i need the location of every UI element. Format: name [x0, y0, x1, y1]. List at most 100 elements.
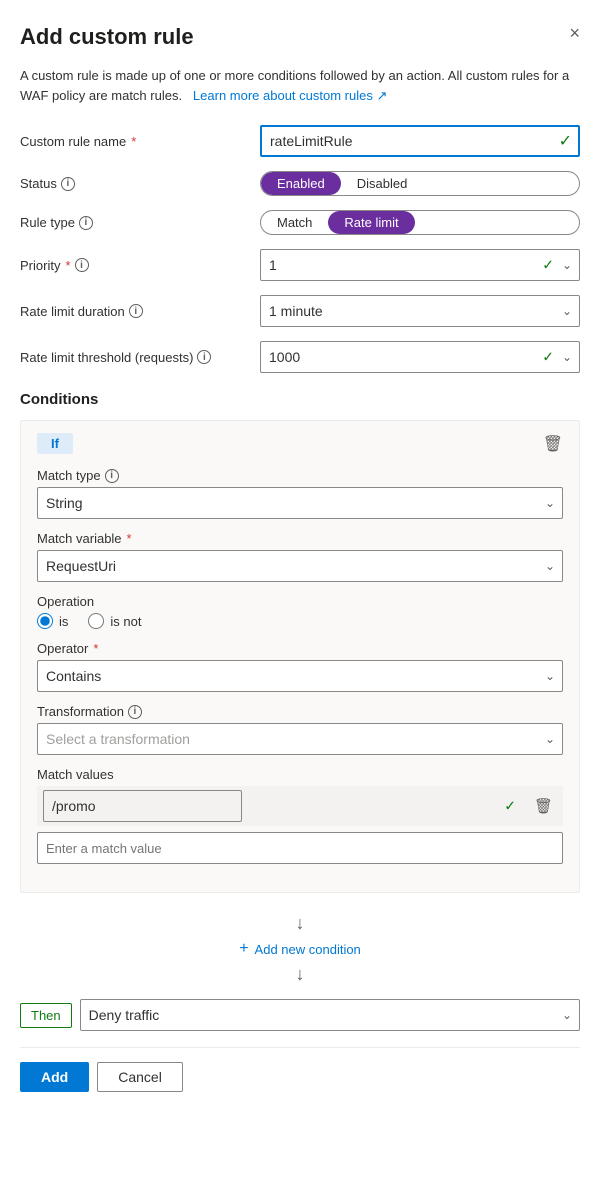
status-enabled-button[interactable]: Enabled — [261, 172, 341, 195]
match-variable-select[interactable]: RequestUri — [37, 550, 563, 582]
transformation-select[interactable]: Select a transformation — [37, 723, 563, 755]
match-type-label: Match type i — [37, 468, 563, 483]
rate-limit-threshold-select-wrapper: 1000 ✓ ⌄ — [260, 341, 580, 373]
description: A custom rule is made up of one or more … — [20, 66, 580, 105]
custom-rule-name-input[interactable] — [260, 125, 580, 157]
status-toggle-group: Enabled Disabled — [260, 171, 580, 196]
operation-is-radio[interactable] — [37, 613, 53, 629]
operator-field: Operator * Contains ⌄ — [37, 641, 563, 692]
status-row: Status i Enabled Disabled — [20, 171, 580, 196]
priority-control: 1 ✓ ⌄ — [260, 249, 580, 281]
status-label: Status i — [20, 176, 260, 191]
rate-limit-threshold-label: Rate limit threshold (requests) i — [20, 350, 260, 365]
operator-required: * — [93, 641, 98, 656]
operator-select-wrapper: Contains ⌄ — [37, 660, 563, 692]
check-icon: ✓ — [559, 131, 572, 151]
transformation-label: Transformation i — [37, 704, 563, 719]
operation-isnot-label[interactable]: is not — [88, 613, 141, 629]
match-value-enter-row — [37, 832, 563, 864]
add-custom-rule-panel: Add custom rule × A custom rule is made … — [0, 0, 600, 1112]
cancel-button[interactable]: Cancel — [97, 1062, 183, 1092]
operation-field: Operation is is not — [37, 594, 563, 629]
operation-radio-group: is is not — [37, 613, 563, 629]
add-condition-section: ↓ + Add new condition ↓ — [20, 905, 580, 991]
rate-limit-duration-label: Rate limit duration i — [20, 304, 260, 319]
close-button[interactable]: × — [569, 24, 580, 42]
rule-type-label: Rule type i — [20, 215, 260, 230]
then-badge: Then — [20, 1003, 72, 1028]
transformation-select-wrapper: Select a transformation ⌄ — [37, 723, 563, 755]
rate-limit-duration-row: Rate limit duration i 1 minute ⌄ — [20, 295, 580, 327]
transformation-field: Transformation i Select a transformation… — [37, 704, 563, 755]
condition-block: If 🗑 Match type i String ⌄ Match variabl… — [20, 420, 580, 893]
status-control: Enabled Disabled — [260, 171, 580, 196]
enter-match-value-input[interactable] — [37, 832, 563, 864]
match-variable-label: Match variable * — [37, 531, 563, 546]
transformation-info-icon: i — [128, 705, 142, 719]
match-type-field: Match type i String ⌄ — [37, 468, 563, 519]
rate-limit-threshold-control: 1000 ✓ ⌄ — [260, 341, 580, 373]
custom-rule-name-label: Custom rule name * — [20, 134, 260, 149]
add-condition-button[interactable]: + Add new condition — [231, 936, 369, 962]
external-link-icon: ↗ — [376, 88, 387, 103]
match-value-delete-button[interactable]: 🗑 — [530, 793, 557, 819]
delete-condition-button[interactable]: 🗑 — [543, 434, 563, 454]
operation-isnot-radio[interactable] — [88, 613, 104, 629]
match-value-1-input[interactable] — [43, 790, 242, 822]
rate-limit-duration-info-icon: i — [129, 304, 143, 318]
operation-is-label[interactable]: is — [37, 613, 68, 629]
footer-actions: Add Cancel — [20, 1062, 580, 1092]
match-type-info-icon: i — [105, 469, 119, 483]
priority-required-indicator: * — [65, 258, 70, 273]
add-button[interactable]: Add — [20, 1062, 89, 1092]
rule-type-info-icon: i — [79, 216, 93, 230]
panel-title: Add custom rule — [20, 24, 580, 50]
arrow-down-2-icon: ↓ — [296, 964, 305, 985]
rule-type-ratelimit-button[interactable]: Rate limit — [328, 211, 414, 234]
priority-info-icon: i — [75, 258, 89, 272]
status-disabled-button[interactable]: Disabled — [341, 172, 424, 195]
match-values-label: Match values — [37, 767, 563, 782]
priority-select[interactable]: 1 — [260, 249, 580, 281]
priority-select-wrapper: 1 ✓ ⌄ — [260, 249, 580, 281]
status-info-icon: i — [61, 177, 75, 191]
operation-label: Operation — [37, 594, 563, 609]
custom-rule-name-wrapper: ✓ — [260, 125, 580, 157]
match-variable-select-wrapper: RequestUri ⌄ — [37, 550, 563, 582]
conditions-section-title: Conditions — [20, 391, 580, 408]
rule-type-control: Match Rate limit — [260, 210, 580, 235]
footer-divider — [20, 1047, 580, 1048]
match-type-select-wrapper: String ⌄ — [37, 487, 563, 519]
if-badge: If — [37, 433, 73, 454]
rate-limit-threshold-info-icon: i — [197, 350, 211, 364]
match-variable-required: * — [127, 531, 132, 546]
priority-row: Priority * i 1 ✓ ⌄ — [20, 249, 580, 281]
custom-rule-name-control: ✓ — [260, 125, 580, 157]
condition-header: If 🗑 — [37, 433, 563, 454]
rate-limit-threshold-row: Rate limit threshold (requests) i 1000 ✓… — [20, 341, 580, 373]
rate-limit-duration-control: 1 minute ⌄ — [260, 295, 580, 327]
rule-type-toggle-group: Match Rate limit — [260, 210, 580, 235]
plus-icon: + — [239, 940, 248, 958]
rule-type-match-button[interactable]: Match — [261, 211, 328, 234]
match-values-field: Match values ✓ 🗑 — [37, 767, 563, 864]
learn-more-link[interactable]: Learn more about custom rules ↗ — [189, 88, 387, 103]
then-action-select[interactable]: Deny traffic — [80, 999, 580, 1031]
priority-label: Priority * i — [20, 258, 260, 273]
match-value-1-wrapper: ✓ — [43, 790, 524, 822]
match-type-select[interactable]: String — [37, 487, 563, 519]
then-row: Then Deny traffic ⌄ — [20, 999, 580, 1031]
custom-rule-name-row: Custom rule name * ✓ — [20, 125, 580, 157]
arrow-down-icon: ↓ — [296, 913, 305, 934]
match-value-row-1: ✓ 🗑 — [37, 786, 563, 826]
match-value-check-icon: ✓ — [504, 798, 516, 815]
rate-limit-duration-select-wrapper: 1 minute ⌄ — [260, 295, 580, 327]
rate-limit-threshold-select[interactable]: 1000 — [260, 341, 580, 373]
operator-label: Operator * — [37, 641, 563, 656]
rule-type-row: Rule type i Match Rate limit — [20, 210, 580, 235]
rate-limit-duration-select[interactable]: 1 minute — [260, 295, 580, 327]
match-variable-field: Match variable * RequestUri ⌄ — [37, 531, 563, 582]
then-action-wrapper: Deny traffic ⌄ — [80, 999, 580, 1031]
required-indicator: * — [131, 134, 136, 149]
operator-select[interactable]: Contains — [37, 660, 563, 692]
